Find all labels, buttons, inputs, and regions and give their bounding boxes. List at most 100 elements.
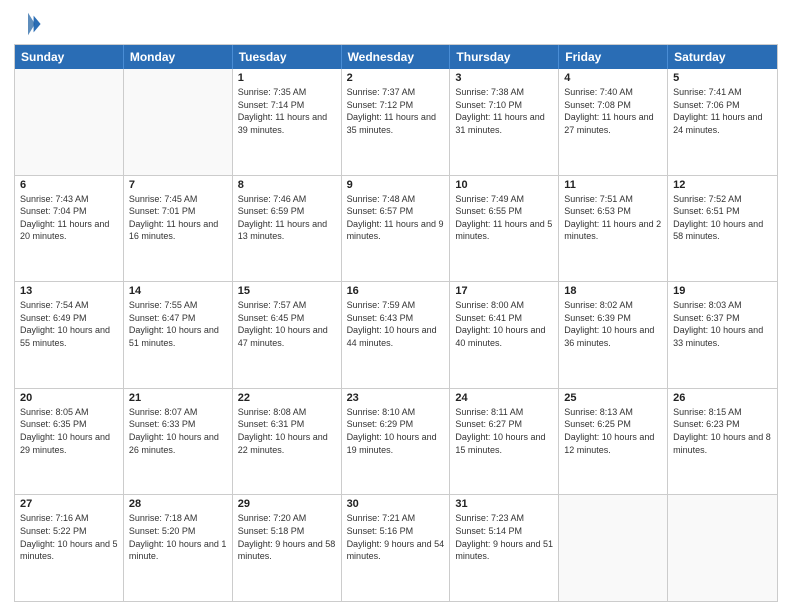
day-number: 16 <box>347 285 445 297</box>
day-number: 8 <box>238 179 336 191</box>
week-row-5: 27 Sunrise: 7:16 AM Sunset: 5:22 PM Dayli… <box>15 494 777 601</box>
day-number: 13 <box>20 285 118 297</box>
cal-cell: 2 Sunrise: 7:37 AM Sunset: 7:12 PM Daylig… <box>342 69 451 175</box>
cal-cell: 12 Sunrise: 7:52 AM Sunset: 6:51 PM Dayli… <box>668 176 777 282</box>
cal-cell <box>15 69 124 175</box>
day-info: Sunrise: 7:57 AM Sunset: 6:45 PM Dayligh… <box>238 299 336 349</box>
day-info: Sunrise: 7:16 AM Sunset: 5:22 PM Dayligh… <box>20 512 118 562</box>
day-number: 29 <box>238 498 336 510</box>
cal-cell: 3 Sunrise: 7:38 AM Sunset: 7:10 PM Daylig… <box>450 69 559 175</box>
day-number: 28 <box>129 498 227 510</box>
cal-cell: 8Sunrise: 7:46 AM Sunset: 6:59 PM Daylig… <box>233 176 342 282</box>
day-number: 12 <box>673 179 772 191</box>
day-info: Sunrise: 8:11 AM Sunset: 6:27 PM Dayligh… <box>455 406 553 456</box>
cal-cell <box>124 69 233 175</box>
cal-cell: 13 Sunrise: 7:54 AM Sunset: 6:49 PM Dayli… <box>15 282 124 388</box>
day-number: 25 <box>564 392 662 404</box>
week-row-1: 1 Sunrise: 7:35 AM Sunset: 7:14 PM Daylig… <box>15 69 777 175</box>
header-cell-friday: Friday <box>559 45 668 69</box>
cal-cell: 31 Sunrise: 7:23 AM Sunset: 5:14 PM Dayli… <box>450 495 559 601</box>
day-number: 24 <box>455 392 553 404</box>
day-number: 22 <box>238 392 336 404</box>
cal-cell: 10 Sunrise: 7:49 AM Sunset: 6:55 PM Dayli… <box>450 176 559 282</box>
day-info: Sunrise: 7:21 AM Sunset: 5:16 PM Dayligh… <box>347 512 445 562</box>
week-row-2: 6 Sunrise: 7:43 AM Sunset: 7:04 PM Daylig… <box>15 175 777 282</box>
cal-cell: 21 Sunrise: 8:07 AM Sunset: 6:33 PM Dayli… <box>124 389 233 495</box>
day-number: 19 <box>673 285 772 297</box>
day-info: Sunrise: 8:08 AM Sunset: 6:31 PM Dayligh… <box>238 406 336 456</box>
day-number: 20 <box>20 392 118 404</box>
day-info: Sunrise: 8:03 AM Sunset: 6:37 PM Dayligh… <box>673 299 772 349</box>
day-info: Sunrise: 7:43 AM Sunset: 7:04 PM Dayligh… <box>20 193 118 243</box>
cal-cell: 6 Sunrise: 7:43 AM Sunset: 7:04 PM Daylig… <box>15 176 124 282</box>
day-info: Sunrise: 7:20 AM Sunset: 5:18 PM Dayligh… <box>238 512 336 562</box>
top-section <box>14 10 778 38</box>
day-number: 30 <box>347 498 445 510</box>
cal-cell: 23 Sunrise: 8:10 AM Sunset: 6:29 PM Dayli… <box>342 389 451 495</box>
day-number: 26 <box>673 392 772 404</box>
cal-cell: 22 Sunrise: 8:08 AM Sunset: 6:31 PM Dayli… <box>233 389 342 495</box>
day-number: 10 <box>455 179 553 191</box>
day-info: Sunrise: 7:18 AM Sunset: 5:20 PM Dayligh… <box>129 512 227 562</box>
day-info: Sunrise: 8:10 AM Sunset: 6:29 PM Dayligh… <box>347 406 445 456</box>
cal-cell <box>668 495 777 601</box>
day-info: Sunrise: 8:07 AM Sunset: 6:33 PM Dayligh… <box>129 406 227 456</box>
day-info: Sunrise: 8:15 AM Sunset: 6:23 PM Dayligh… <box>673 406 772 456</box>
day-info: Sunrise: 7:35 AM Sunset: 7:14 PM Dayligh… <box>238 86 336 136</box>
day-info: Sunrise: 7:51 AM Sunset: 6:53 PM Dayligh… <box>564 193 662 243</box>
day-info: Sunrise: 7:49 AM Sunset: 6:55 PM Dayligh… <box>455 193 553 243</box>
day-number: 21 <box>129 392 227 404</box>
header-cell-sunday: Sunday <box>15 45 124 69</box>
cal-cell: 30 Sunrise: 7:21 AM Sunset: 5:16 PM Dayli… <box>342 495 451 601</box>
day-number: 23 <box>347 392 445 404</box>
cal-cell: 11 Sunrise: 7:51 AM Sunset: 6:53 PM Dayli… <box>559 176 668 282</box>
day-number: 5 <box>673 72 772 84</box>
cal-cell: 14 Sunrise: 7:55 AM Sunset: 6:47 PM Dayli… <box>124 282 233 388</box>
cal-cell: 17Sunrise: 8:00 AM Sunset: 6:41 PM Dayli… <box>450 282 559 388</box>
day-info: Sunrise: 8:00 AM Sunset: 6:41 PM Dayligh… <box>455 299 553 349</box>
cal-cell: 5Sunrise: 7:41 AM Sunset: 7:06 PM Daylig… <box>668 69 777 175</box>
day-info: Sunrise: 7:38 AM Sunset: 7:10 PM Dayligh… <box>455 86 553 136</box>
day-number: 2 <box>347 72 445 84</box>
header-cell-monday: Monday <box>124 45 233 69</box>
header-cell-thursday: Thursday <box>450 45 559 69</box>
day-info: Sunrise: 7:40 AM Sunset: 7:08 PM Dayligh… <box>564 86 662 136</box>
day-info: Sunrise: 7:55 AM Sunset: 6:47 PM Dayligh… <box>129 299 227 349</box>
day-number: 18 <box>564 285 662 297</box>
day-number: 6 <box>20 179 118 191</box>
cal-cell: 9Sunrise: 7:48 AM Sunset: 6:57 PM Daylig… <box>342 176 451 282</box>
day-number: 3 <box>455 72 553 84</box>
day-number: 31 <box>455 498 553 510</box>
cal-cell: 7Sunrise: 7:45 AM Sunset: 7:01 PM Daylig… <box>124 176 233 282</box>
day-info: Sunrise: 7:23 AM Sunset: 5:14 PM Dayligh… <box>455 512 553 562</box>
day-info: Sunrise: 7:45 AM Sunset: 7:01 PM Dayligh… <box>129 193 227 243</box>
day-info: Sunrise: 8:02 AM Sunset: 6:39 PM Dayligh… <box>564 299 662 349</box>
cal-cell <box>559 495 668 601</box>
week-row-3: 13 Sunrise: 7:54 AM Sunset: 6:49 PM Dayli… <box>15 281 777 388</box>
day-info: Sunrise: 8:05 AM Sunset: 6:35 PM Dayligh… <box>20 406 118 456</box>
cal-cell: 20 Sunrise: 8:05 AM Sunset: 6:35 PM Dayli… <box>15 389 124 495</box>
day-number: 9 <box>347 179 445 191</box>
day-number: 27 <box>20 498 118 510</box>
day-number: 4 <box>564 72 662 84</box>
page: SundayMondayTuesdayWednesdayThursdayFrid… <box>0 0 792 612</box>
day-number: 11 <box>564 179 662 191</box>
day-info: Sunrise: 7:52 AM Sunset: 6:51 PM Dayligh… <box>673 193 772 243</box>
calendar-body: 1 Sunrise: 7:35 AM Sunset: 7:14 PM Daylig… <box>15 69 777 601</box>
header-cell-tuesday: Tuesday <box>233 45 342 69</box>
cal-cell: 4 Sunrise: 7:40 AM Sunset: 7:08 PM Daylig… <box>559 69 668 175</box>
day-number: 14 <box>129 285 227 297</box>
cal-cell: 25 Sunrise: 8:13 AM Sunset: 6:25 PM Dayli… <box>559 389 668 495</box>
cal-cell: 18 Sunrise: 8:02 AM Sunset: 6:39 PM Dayli… <box>559 282 668 388</box>
day-number: 1 <box>238 72 336 84</box>
calendar-header: SundayMondayTuesdayWednesdayThursdayFrid… <box>15 45 777 69</box>
day-info: Sunrise: 7:37 AM Sunset: 7:12 PM Dayligh… <box>347 86 445 136</box>
day-info: Sunrise: 8:13 AM Sunset: 6:25 PM Dayligh… <box>564 406 662 456</box>
cal-cell: 27 Sunrise: 7:16 AM Sunset: 5:22 PM Dayli… <box>15 495 124 601</box>
cal-cell: 1 Sunrise: 7:35 AM Sunset: 7:14 PM Daylig… <box>233 69 342 175</box>
logo <box>14 10 44 38</box>
header-cell-saturday: Saturday <box>668 45 777 69</box>
day-info: Sunrise: 7:54 AM Sunset: 6:49 PM Dayligh… <box>20 299 118 349</box>
cal-cell: 16Sunrise: 7:59 AM Sunset: 6:43 PM Dayli… <box>342 282 451 388</box>
cal-cell: 15Sunrise: 7:57 AM Sunset: 6:45 PM Dayli… <box>233 282 342 388</box>
